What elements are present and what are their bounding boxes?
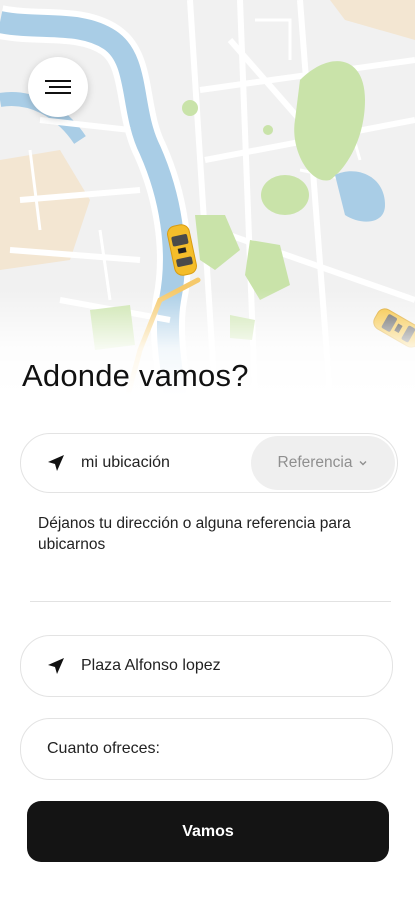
navigation-arrow-icon bbox=[45, 452, 67, 474]
offer-field[interactable]: Cuanto ofreces: bbox=[20, 718, 393, 780]
destination-value: Plaza Alfonso lopez bbox=[81, 657, 221, 674]
menu-icon bbox=[45, 80, 71, 94]
vamos-button[interactable]: Vamos bbox=[27, 801, 389, 862]
destination-field[interactable]: Plaza Alfonso lopez bbox=[20, 635, 393, 697]
reference-hint: Déjanos tu dirección o alguna referencia… bbox=[38, 515, 351, 553]
menu-button[interactable] bbox=[28, 57, 88, 117]
origin-field[interactable]: mi ubicación Referencia bbox=[20, 433, 398, 493]
reference-label: Referencia bbox=[277, 454, 353, 471]
chevron-down-icon bbox=[358, 458, 368, 468]
reference-dropdown[interactable]: Referencia bbox=[251, 436, 395, 490]
divider bbox=[30, 601, 391, 602]
navigation-arrow-icon bbox=[45, 655, 67, 677]
page-title: Adonde vamos? bbox=[22, 358, 249, 393]
offer-placeholder: Cuanto ofreces: bbox=[47, 740, 160, 757]
origin-value: mi ubicación bbox=[81, 454, 170, 471]
